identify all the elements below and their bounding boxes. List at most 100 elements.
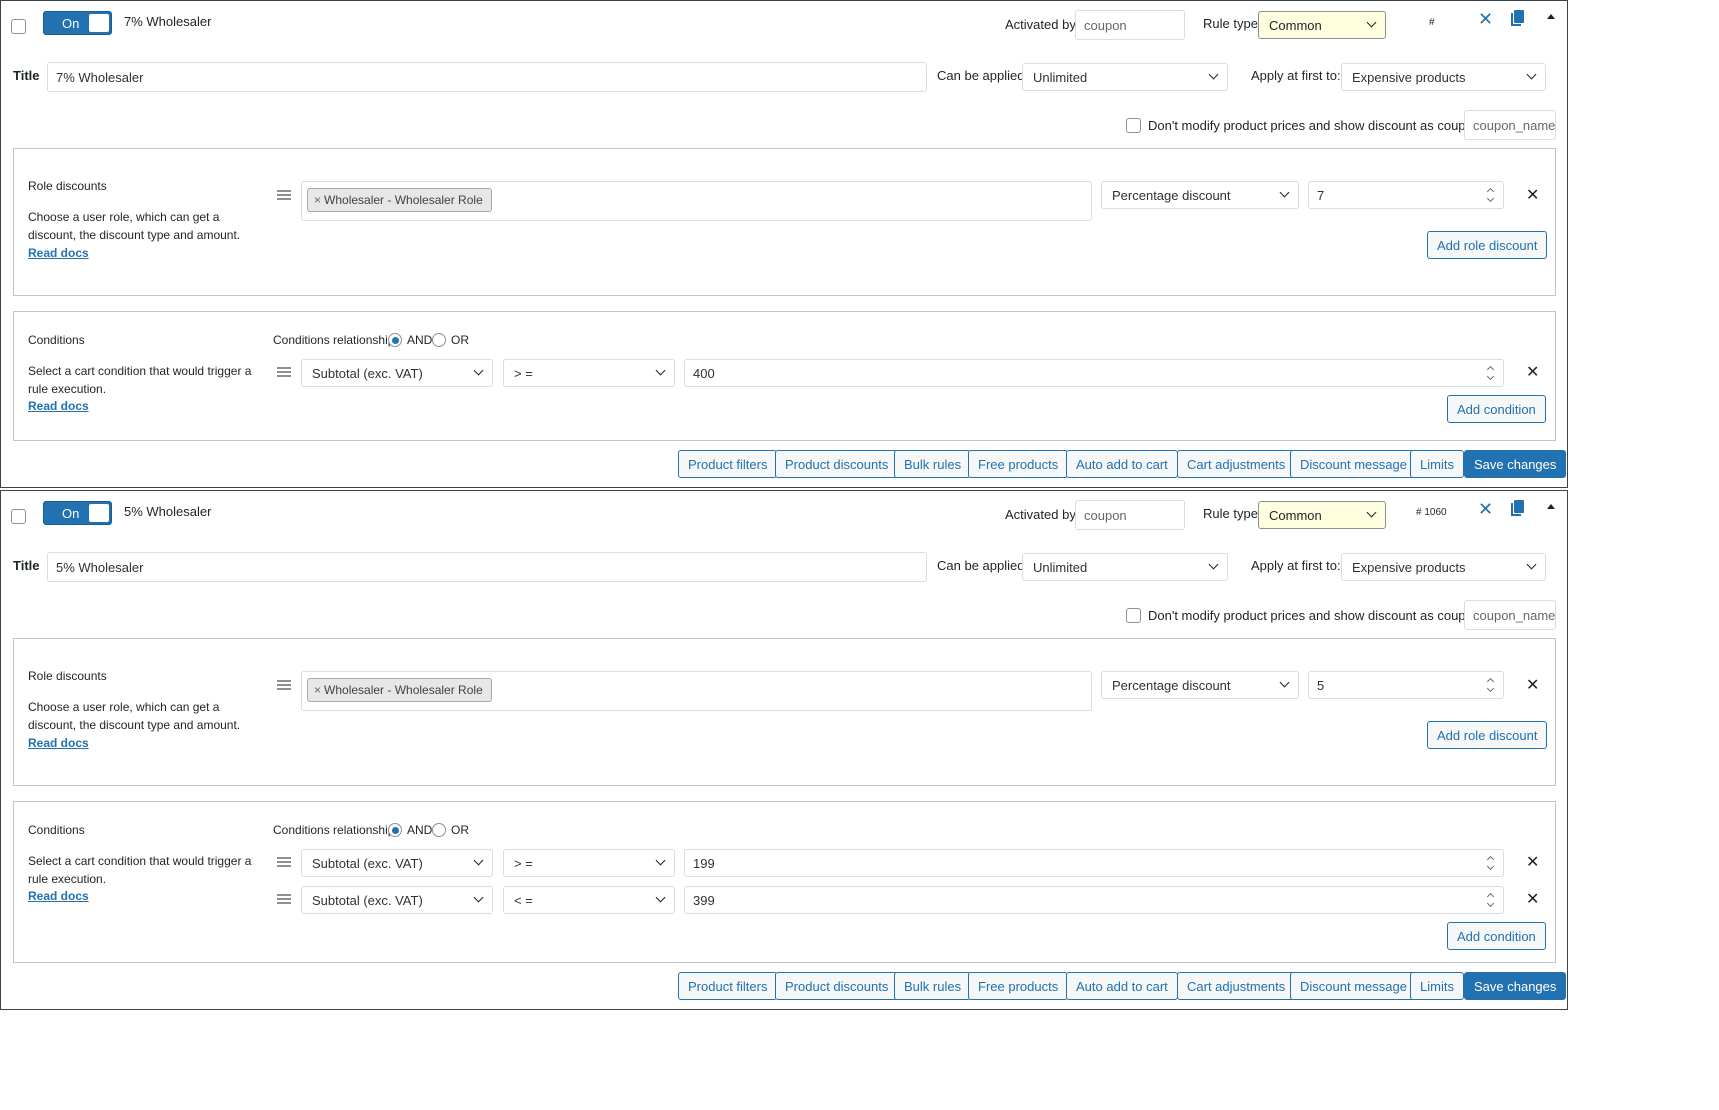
condition-field-select[interactable]: Subtotal (exc. VAT) [301, 886, 493, 914]
drag-handle-icon[interactable] [277, 894, 291, 904]
auto-add-to-cart-button[interactable]: Auto add to cart [1066, 972, 1178, 1000]
cart-adjustments-button[interactable]: Cart adjustments [1177, 972, 1296, 1000]
limits-button[interactable]: Limits [1410, 450, 1464, 478]
condition-field-value: Subtotal (exc. VAT) [312, 893, 423, 908]
limits-button[interactable]: Limits [1410, 972, 1464, 1000]
add-role-discount-button[interactable]: Add role discount [1427, 231, 1548, 259]
spinner-icon[interactable] [1485, 187, 1497, 203]
role-discounts-description: Choose a user role, which can get a disc… [28, 210, 241, 242]
product-discounts-button[interactable]: Product discounts [775, 450, 899, 478]
activated-by-label: Activated by [1005, 17, 1076, 32]
condition-operator-select[interactable]: > = [503, 849, 675, 877]
chevron-down-icon [655, 892, 666, 903]
condition-value-input[interactable]: 199 [684, 849, 1504, 877]
role-select[interactable]: × Wholesaler - Wholesaler Role [301, 671, 1092, 711]
rule-select-checkbox[interactable] [11, 19, 26, 34]
remove-tag-icon[interactable]: × [314, 193, 321, 207]
remove-icon[interactable]: ✕ [1526, 365, 1539, 381]
add-role-discount-button[interactable]: Add role discount [1427, 721, 1548, 749]
can-be-applied-select[interactable]: Unlimited [1022, 63, 1228, 91]
coupon-name-input[interactable]: coupon_name [1464, 600, 1556, 630]
drag-handle-icon[interactable] [277, 367, 291, 377]
collapse-caret-icon[interactable] [1547, 14, 1555, 19]
discount-type-select[interactable]: Percentage discount [1101, 181, 1299, 209]
add-condition-button[interactable]: Add condition [1447, 922, 1546, 950]
drag-handle-icon[interactable] [277, 190, 291, 200]
product-filters-button[interactable]: Product filters [678, 972, 778, 1000]
relationship-and-label: AND [407, 333, 433, 347]
remove-icon[interactable]: ✕ [1526, 188, 1539, 204]
condition-operator-select[interactable]: < = [503, 886, 675, 914]
product-discounts-button[interactable]: Product discounts [775, 972, 899, 1000]
role-tag[interactable]: × Wholesaler - Wholesaler Role [307, 678, 492, 702]
can-be-applied-label: Can be applied [937, 558, 1025, 573]
apply-first-select[interactable]: Expensive products [1341, 63, 1546, 91]
dont-modify-prices-checkbox[interactable] [1126, 608, 1141, 623]
close-icon[interactable]: ✕ [1478, 10, 1493, 28]
bulk-rules-button[interactable]: Bulk rules [894, 972, 972, 1000]
spinner-icon[interactable] [1485, 677, 1497, 693]
discount-type-select[interactable]: Percentage discount [1101, 671, 1299, 699]
collapse-caret-icon[interactable] [1547, 504, 1555, 509]
relationship-or-label: OR [451, 333, 469, 347]
rule-enabled-toggle[interactable]: On [43, 501, 112, 525]
discount-message-button[interactable]: Discount message [1290, 450, 1417, 478]
copy-icon[interactable] [1511, 500, 1525, 516]
chevron-down-icon [1366, 507, 1377, 518]
spinner-icon[interactable] [1485, 892, 1497, 908]
remove-icon[interactable]: ✕ [1526, 892, 1539, 908]
title-input[interactable]: 7% Wholesaler [47, 62, 927, 92]
bulk-rules-button[interactable]: Bulk rules [894, 450, 972, 478]
auto-add-to-cart-button[interactable]: Auto add to cart [1066, 450, 1178, 478]
cart-adjustments-button[interactable]: Cart adjustments [1177, 450, 1296, 478]
read-docs-link[interactable]: Read docs [28, 246, 89, 260]
relationship-and-radio[interactable] [388, 823, 402, 837]
spinner-icon[interactable] [1485, 365, 1497, 381]
role-discounts-title: Role discounts [28, 669, 107, 683]
free-products-button[interactable]: Free products [968, 450, 1069, 478]
title-input[interactable]: 5% Wholesaler [47, 552, 927, 582]
activated-by-input[interactable]: coupon [1075, 500, 1185, 530]
save-changes-button[interactable]: Save changes [1464, 450, 1567, 478]
rule-select-checkbox[interactable] [11, 509, 26, 524]
can-be-applied-select[interactable]: Unlimited [1022, 553, 1228, 581]
dont-modify-prices-checkbox[interactable] [1126, 118, 1141, 133]
read-docs-link[interactable]: Read docs [28, 889, 89, 903]
remove-tag-icon[interactable]: × [314, 683, 321, 697]
condition-value-input[interactable]: 399 [684, 886, 1504, 914]
discount-message-button[interactable]: Discount message [1290, 972, 1417, 1000]
condition-field-value: Subtotal (exc. VAT) [312, 366, 423, 381]
drag-handle-icon[interactable] [277, 680, 291, 690]
rule-enabled-toggle[interactable]: On [43, 11, 112, 35]
drag-handle-icon[interactable] [277, 857, 291, 867]
discount-amount-value: 5 [1317, 678, 1325, 693]
apply-first-select[interactable]: Expensive products [1341, 553, 1546, 581]
product-filters-button[interactable]: Product filters [678, 450, 778, 478]
add-condition-button[interactable]: Add condition [1447, 395, 1546, 423]
read-docs-link[interactable]: Read docs [28, 736, 89, 750]
discount-amount-input[interactable]: 5 [1308, 671, 1504, 699]
condition-value-input[interactable]: 400 [684, 359, 1504, 387]
remove-icon[interactable]: ✕ [1526, 855, 1539, 871]
relationship-or-radio[interactable] [432, 333, 446, 347]
discount-amount-input[interactable]: 7 [1308, 181, 1504, 209]
copy-icon[interactable] [1511, 10, 1525, 26]
coupon-name-input[interactable]: coupon_name [1464, 110, 1556, 140]
role-select[interactable]: × Wholesaler - Wholesaler Role [301, 181, 1092, 221]
relationship-or-radio[interactable] [432, 823, 446, 837]
rule-card: On 7% Wholesaler Activated by coupon Rul… [0, 0, 1568, 488]
role-tag[interactable]: × Wholesaler - Wholesaler Role [307, 188, 492, 212]
read-docs-link[interactable]: Read docs [28, 399, 89, 413]
save-changes-button[interactable]: Save changes [1464, 972, 1567, 1000]
free-products-button[interactable]: Free products [968, 972, 1069, 1000]
rule-type-select[interactable]: Common [1258, 501, 1386, 529]
relationship-and-radio[interactable] [388, 333, 402, 347]
close-icon[interactable]: ✕ [1478, 500, 1493, 518]
remove-icon[interactable]: ✕ [1526, 678, 1539, 694]
condition-operator-select[interactable]: > = [503, 359, 675, 387]
rule-type-select[interactable]: Common [1258, 11, 1386, 39]
condition-field-select[interactable]: Subtotal (exc. VAT) [301, 359, 493, 387]
activated-by-input[interactable]: coupon [1075, 10, 1185, 40]
condition-field-select[interactable]: Subtotal (exc. VAT) [301, 849, 493, 877]
spinner-icon[interactable] [1485, 855, 1497, 871]
